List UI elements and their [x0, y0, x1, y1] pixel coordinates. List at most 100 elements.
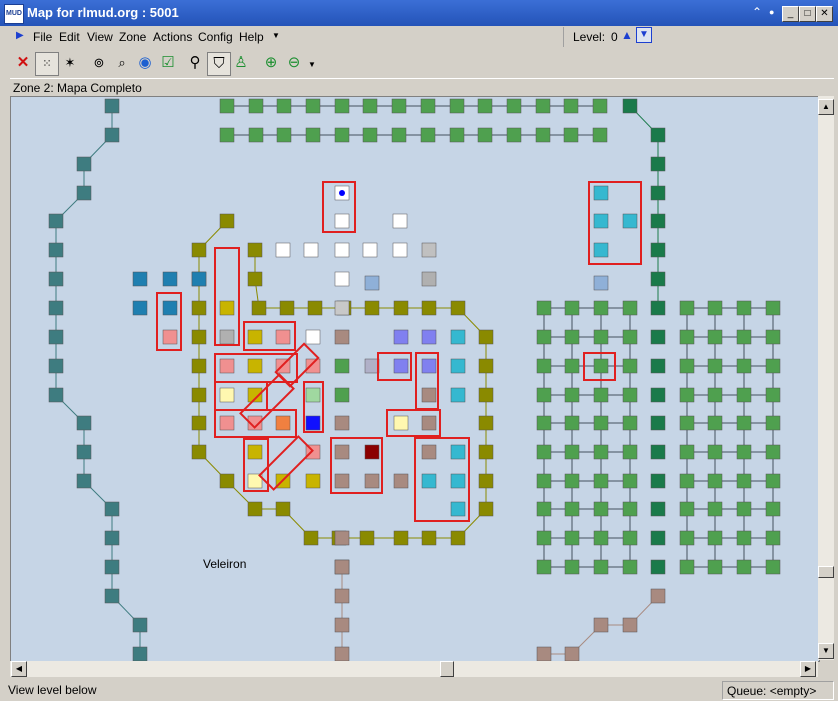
- map-room[interactable]: [393, 300, 409, 316]
- map-room[interactable]: [478, 473, 494, 489]
- map-room[interactable]: [679, 444, 695, 460]
- map-room[interactable]: [707, 300, 723, 316]
- map-room[interactable]: [536, 473, 552, 489]
- map-room[interactable]: [219, 300, 235, 316]
- map-room[interactable]: [679, 329, 695, 345]
- map-room[interactable]: [219, 358, 235, 374]
- map-room[interactable]: [334, 300, 350, 316]
- map-room[interactable]: [564, 473, 580, 489]
- map-room[interactable]: [650, 185, 666, 201]
- map-room[interactable]: [132, 646, 148, 661]
- map-room[interactable]: [421, 329, 437, 345]
- map-room[interactable]: [506, 127, 522, 143]
- map-room[interactable]: [219, 98, 235, 114]
- map-room[interactable]: [679, 501, 695, 517]
- map-room[interactable]: [736, 473, 752, 489]
- map-room[interactable]: [421, 300, 437, 316]
- zoom-in-icon[interactable]: ⊕: [260, 52, 282, 74]
- map-room[interactable]: [391, 98, 407, 114]
- horizontal-scroll-thumb[interactable]: [440, 661, 454, 677]
- map-room[interactable]: [162, 329, 178, 345]
- map-room[interactable]: [48, 242, 64, 258]
- map-room[interactable]: [334, 213, 350, 229]
- map-room[interactable]: [421, 530, 437, 546]
- map-room[interactable]: [736, 530, 752, 546]
- map-room[interactable]: [191, 329, 207, 345]
- map-room[interactable]: [593, 415, 609, 431]
- grid-icon[interactable]: ⁙: [35, 52, 59, 76]
- map-room[interactable]: [536, 358, 552, 374]
- vertical-scroll-thumb[interactable]: [818, 566, 834, 578]
- map-room[interactable]: [279, 300, 295, 316]
- map-room[interactable]: [736, 444, 752, 460]
- map-room[interactable]: [364, 444, 380, 460]
- map-room[interactable]: [622, 444, 638, 460]
- map-room[interactable]: [359, 530, 375, 546]
- map-room[interactable]: [391, 127, 407, 143]
- map-room[interactable]: [362, 127, 378, 143]
- map-room[interactable]: [650, 415, 666, 431]
- map-room[interactable]: [450, 329, 466, 345]
- map-room[interactable]: [362, 98, 378, 114]
- map-room[interactable]: [679, 358, 695, 374]
- map-room[interactable]: [622, 501, 638, 517]
- menu-help[interactable]: Help: [239, 30, 264, 44]
- map-room[interactable]: [593, 501, 609, 517]
- zoom-out-icon[interactable]: ⊖: [283, 52, 305, 74]
- map-room[interactable]: [707, 329, 723, 345]
- map-room[interactable]: [449, 98, 465, 114]
- map-room[interactable]: [334, 646, 350, 661]
- map-room[interactable]: [334, 271, 350, 287]
- map-room[interactable]: [679, 530, 695, 546]
- map-room[interactable]: [536, 530, 552, 546]
- map-room[interactable]: [219, 329, 235, 345]
- map-room[interactable]: [248, 98, 264, 114]
- map-room[interactable]: [650, 329, 666, 345]
- map-room[interactable]: [707, 444, 723, 460]
- minimize-button[interactable]: _: [782, 6, 799, 22]
- map-room[interactable]: [393, 473, 409, 489]
- map-room[interactable]: [478, 329, 494, 345]
- map-room[interactable]: [765, 559, 781, 575]
- map-room[interactable]: [275, 242, 291, 258]
- map-room[interactable]: [275, 415, 291, 431]
- menu-overflow-icon[interactable]: ▼: [272, 31, 280, 40]
- map-room[interactable]: [622, 329, 638, 345]
- map-room[interactable]: [650, 530, 666, 546]
- map-room[interactable]: [392, 242, 408, 258]
- map-room[interactable]: [478, 501, 494, 517]
- scroll-right-icon[interactable]: ▶: [800, 661, 816, 677]
- map-room[interactable]: [393, 530, 409, 546]
- map-room[interactable]: [191, 271, 207, 287]
- map-room[interactable]: [393, 329, 409, 345]
- map-room[interactable]: [247, 329, 263, 345]
- menu-config[interactable]: Config: [198, 30, 233, 44]
- map-room[interactable]: [564, 358, 580, 374]
- map-room[interactable]: [132, 300, 148, 316]
- map-room[interactable]: [450, 473, 466, 489]
- map-room[interactable]: [104, 127, 120, 143]
- map-room[interactable]: [650, 300, 666, 316]
- map-room[interactable]: [592, 127, 608, 143]
- map-room[interactable]: [305, 127, 321, 143]
- map-room[interactable]: [219, 473, 235, 489]
- map-room[interactable]: [104, 530, 120, 546]
- map-room[interactable]: [191, 415, 207, 431]
- map-room[interactable]: [536, 501, 552, 517]
- map-room[interactable]: [364, 473, 380, 489]
- pin-icon[interactable]: ●: [769, 7, 774, 17]
- map-room[interactable]: [450, 387, 466, 403]
- map-room[interactable]: [707, 473, 723, 489]
- map-room[interactable]: [191, 242, 207, 258]
- map-canvas[interactable]: Veleiron: [10, 96, 820, 662]
- map-room[interactable]: [132, 617, 148, 633]
- map-room[interactable]: [276, 98, 292, 114]
- map-room[interactable]: [765, 300, 781, 316]
- level-up-icon[interactable]: ▲: [621, 28, 633, 42]
- map-room[interactable]: [506, 98, 522, 114]
- map-room[interactable]: [334, 530, 350, 546]
- map-room[interactable]: [563, 127, 579, 143]
- map-room[interactable]: [593, 300, 609, 316]
- map-room[interactable]: [191, 444, 207, 460]
- globe-icon[interactable]: ◉: [134, 52, 156, 74]
